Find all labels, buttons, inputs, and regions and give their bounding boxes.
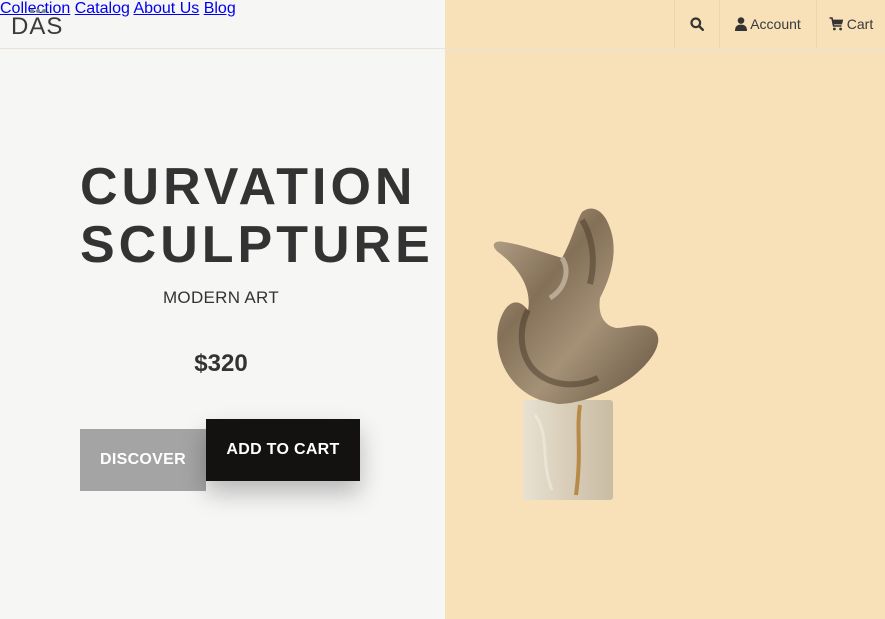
header-utilities: Account Cart [674, 0, 885, 48]
product-price: $320 [194, 350, 248, 377]
cart-button[interactable]: Cart [816, 0, 885, 48]
product-category: MODERN ART [162, 288, 280, 307]
discover-button[interactable]: DISCOVER [80, 429, 206, 491]
nav-item-catalog[interactable]: Catalog [75, 0, 130, 17]
product-title: CURVATION SCULPTURE [80, 158, 434, 274]
product-title-line2: SCULPTURE [80, 216, 434, 274]
product-title-line1: CURVATION [80, 158, 417, 216]
account-label: Account [750, 16, 801, 32]
search-icon [690, 17, 704, 31]
site-header: DAS Collection Catalog About Us Blog Acc… [0, 0, 885, 49]
cart-icon [829, 17, 843, 31]
search-button[interactable] [674, 0, 719, 48]
sculpture-image [493, 208, 659, 500]
nav-item-about-us[interactable]: About Us [133, 0, 199, 17]
nav-item-blog[interactable]: Blog [204, 0, 236, 17]
account-button[interactable]: Account [719, 0, 816, 48]
brand-logo[interactable]: DAS [11, 9, 63, 39]
cart-label: Cart [846, 16, 874, 32]
add-to-cart-button[interactable]: ADD TO CART [206, 419, 360, 481]
logo-text: DAS [11, 13, 64, 40]
user-icon [735, 17, 748, 31]
